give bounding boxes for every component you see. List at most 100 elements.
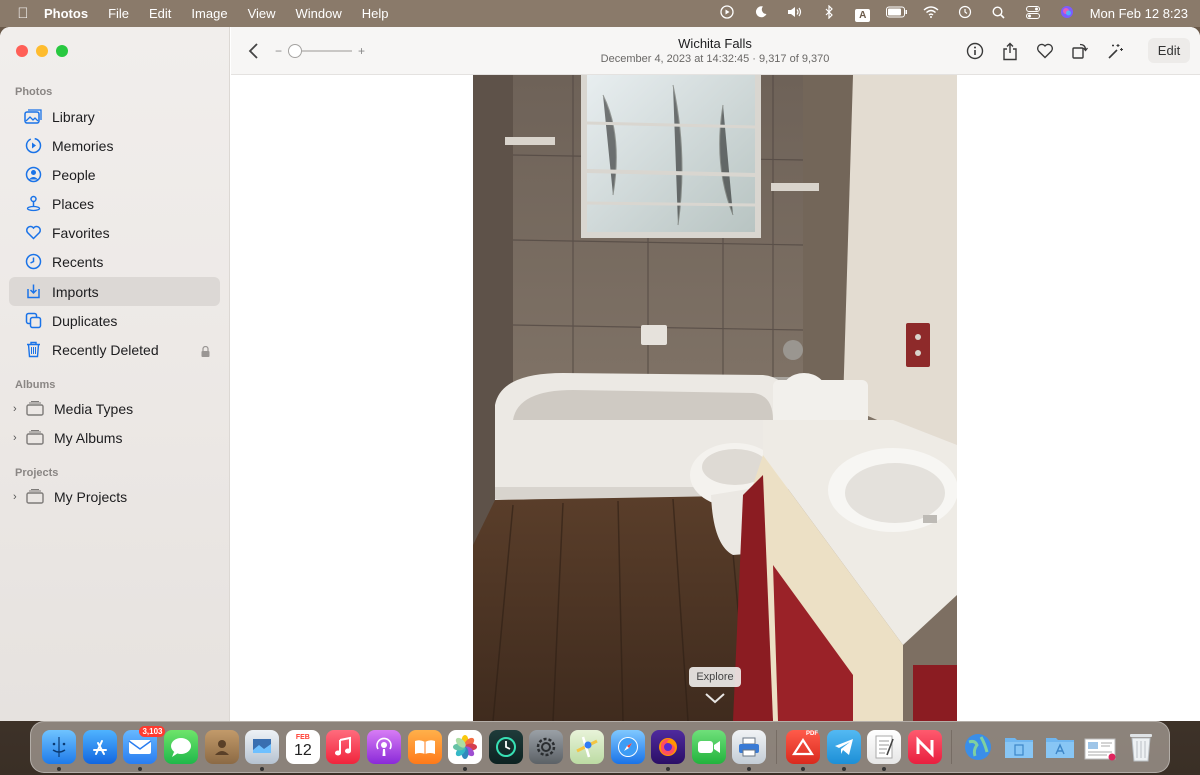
sidebar-item-imports[interactable]: Imports	[9, 277, 220, 306]
zoom-slider[interactable]: − +	[275, 44, 365, 58]
bluetooth-icon[interactable]	[812, 4, 846, 22]
printer-icon[interactable]	[732, 730, 767, 771]
toolbar: − + Wichita Falls December 4, 2023 at 14…	[231, 27, 1200, 75]
heart-icon	[24, 224, 42, 242]
sidebar-item-label: Library	[52, 108, 95, 125]
sidebar-item-places[interactable]: Places	[9, 189, 220, 218]
sidebar-item-library[interactable]: Library	[9, 102, 220, 131]
sidebar-item-label: My Projects	[54, 488, 128, 505]
photo-viewer: Explore	[231, 75, 1200, 721]
control-center-icon[interactable]	[1016, 5, 1050, 22]
library-icon	[24, 108, 42, 126]
chevron-down-icon[interactable]	[703, 691, 727, 705]
menu-image[interactable]: Image	[181, 6, 237, 21]
time-machine-app-icon[interactable]	[488, 730, 523, 764]
time-machine-icon[interactable]	[948, 5, 982, 22]
menu-edit[interactable]: Edit	[139, 6, 181, 21]
mail-icon[interactable]: 3,103	[123, 726, 166, 771]
trash-can-icon[interactable]	[1124, 730, 1158, 764]
zoom-track[interactable]	[288, 44, 352, 58]
chevron-right-icon[interactable]: ›	[13, 491, 24, 503]
sidebar-item-label: Memories	[52, 137, 114, 154]
telegram-icon[interactable]	[826, 730, 861, 771]
sidebar-item-people[interactable]: People	[9, 160, 220, 189]
menu-window[interactable]: Window	[286, 6, 352, 21]
sidebar-item-label: Recently Deleted	[52, 341, 159, 358]
zoom-knob[interactable]	[288, 44, 303, 58]
podcasts-icon[interactable]	[367, 730, 402, 764]
pdf-label: PDF	[805, 731, 818, 737]
back-chevron-icon[interactable]	[247, 41, 261, 61]
input-source-icon[interactable]: A	[846, 6, 880, 22]
textedit-icon[interactable]	[867, 730, 902, 771]
sidebar-item-recently-deleted[interactable]: Recently Deleted	[9, 335, 220, 364]
import-tray-icon	[24, 283, 42, 301]
folder-stack-icon	[26, 488, 44, 506]
sidebar-item-my-albums[interactable]: › My Albums	[9, 423, 220, 452]
siri-icon[interactable]	[1050, 5, 1084, 22]
menu-app-name[interactable]: Photos	[38, 6, 98, 21]
fullscreen-window-button[interactable]	[56, 45, 68, 57]
explore-button[interactable]: Explore	[689, 667, 741, 687]
books-icon[interactable]	[407, 730, 442, 764]
close-window-button[interactable]	[16, 45, 28, 57]
sidebar-item-my-projects[interactable]: › My Projects	[9, 482, 220, 511]
calendar-month: FEB	[295, 734, 310, 741]
zoom-out-label[interactable]: −	[275, 44, 282, 58]
maps-icon[interactable]	[570, 730, 605, 764]
messages-icon[interactable]	[164, 730, 199, 764]
apple-menu-icon[interactable]: 	[8, 5, 38, 22]
news-icon[interactable]	[907, 730, 942, 764]
volume-icon[interactable]	[778, 5, 812, 22]
sidebar-item-memories[interactable]: Memories	[9, 131, 220, 160]
share-icon[interactable]	[999, 40, 1021, 62]
calendar-icon[interactable]: FEB 12	[285, 730, 320, 764]
focus-moon-icon[interactable]	[744, 5, 778, 22]
info-icon[interactable]	[964, 40, 986, 62]
menu-help[interactable]: Help	[352, 6, 399, 21]
photo-title-block: Wichita Falls December 4, 2023 at 14:32:…	[515, 36, 915, 65]
photos-app-icon[interactable]	[448, 730, 483, 771]
pdf-expert-icon[interactable]: PDF	[785, 730, 820, 771]
preview-icon[interactable]	[245, 730, 280, 771]
documents-folder-icon[interactable]	[1002, 730, 1036, 764]
sidebar-item-media-types[interactable]: › Media Types	[9, 394, 220, 423]
clock-icon	[24, 253, 42, 271]
bathroom-photo[interactable]	[473, 75, 957, 721]
wifi-icon[interactable]	[914, 6, 948, 21]
favorite-heart-icon[interactable]	[1034, 40, 1056, 62]
contacts-icon[interactable]	[204, 730, 239, 764]
toolbar-actions	[964, 40, 1126, 62]
applications-folder-icon[interactable]	[1043, 730, 1077, 764]
minimize-window-button[interactable]	[36, 45, 48, 57]
enhance-wand-icon[interactable]	[1104, 40, 1126, 62]
firefox-icon[interactable]	[651, 730, 686, 771]
sidebar-item-recents[interactable]: Recents	[9, 247, 220, 276]
now-playing-icon[interactable]	[710, 5, 744, 22]
music-icon[interactable]	[326, 730, 361, 764]
photo-date-count: December 4, 2023 at 14:32:45 · 9,317 of …	[600, 53, 830, 65]
section-label-projects: Projects	[15, 467, 59, 479]
globe-network-icon[interactable]	[961, 730, 995, 764]
menu-file[interactable]: File	[98, 6, 139, 21]
zoom-in-label[interactable]: +	[358, 44, 365, 58]
facetime-icon[interactable]	[691, 730, 726, 764]
safari-icon[interactable]	[610, 730, 645, 764]
sidebar-item-label: Media Types	[54, 400, 134, 417]
menu-clock[interactable]: Mon Feb 12 8:23	[1090, 6, 1188, 21]
app-store-icon[interactable]	[82, 730, 117, 764]
sidebar-item-favorites[interactable]: Favorites	[9, 218, 220, 247]
chevron-right-icon[interactable]: ›	[13, 432, 24, 444]
places-pin-icon	[24, 195, 42, 213]
rotate-icon[interactable]	[1069, 40, 1091, 62]
menu-view[interactable]: View	[238, 6, 286, 21]
edit-button[interactable]: Edit	[1148, 38, 1190, 63]
battery-icon[interactable]	[880, 6, 914, 21]
spotlight-search-icon[interactable]	[982, 5, 1016, 22]
sidebar-item-duplicates[interactable]: Duplicates	[9, 306, 220, 335]
document-stack-icon[interactable]	[1083, 730, 1117, 764]
sidebar-item-label: Imports	[52, 283, 99, 300]
system-settings-icon[interactable]	[529, 730, 564, 764]
chevron-right-icon[interactable]: ›	[13, 403, 24, 415]
finder-icon[interactable]	[42, 730, 77, 771]
